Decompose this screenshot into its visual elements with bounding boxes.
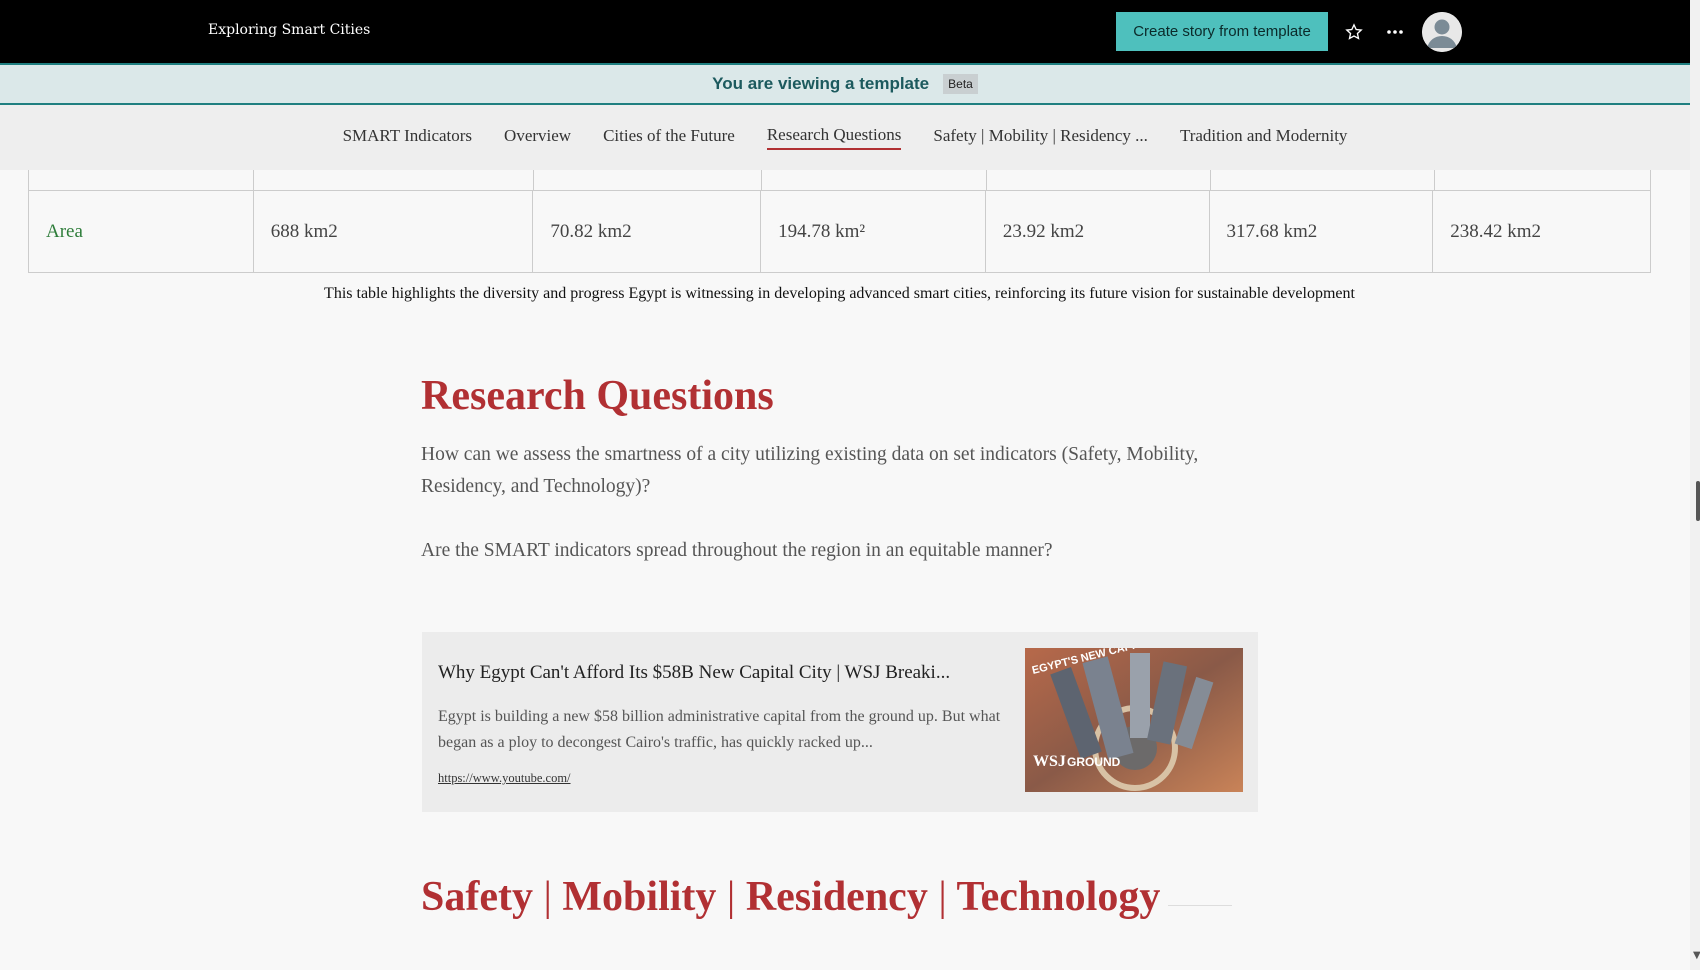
heading-separator: | — [543, 874, 552, 920]
research-questions-heading: Research Questions — [421, 373, 774, 419]
table-col-divider — [1211, 170, 1435, 190]
create-story-button[interactable]: Create story from template — [1116, 12, 1328, 51]
embed-link[interactable]: https://www.youtube.com/ — [438, 771, 571, 786]
heading-separator: | — [938, 874, 947, 920]
row-label-area: Area — [29, 191, 254, 273]
star-icon[interactable] — [1341, 19, 1367, 45]
beta-badge: Beta — [943, 74, 978, 94]
table-cell: 317.68 km2 — [1210, 191, 1434, 273]
heading-rule — [1168, 905, 1232, 906]
nav-smart-indicators[interactable]: SMART Indicators — [343, 126, 472, 149]
table-col-divider — [762, 170, 987, 190]
heading-technology: Technology — [956, 874, 1161, 920]
story-navigation: SMART Indicators Overview Cities of the … — [0, 105, 1690, 170]
heading-mobility: Mobility — [562, 874, 717, 920]
heading-residency: Residency — [745, 874, 928, 920]
embed-title[interactable]: Why Egypt Can't Afford Its $58B New Capi… — [438, 662, 1008, 684]
nav-research-questions[interactable]: Research Questions — [766, 125, 902, 150]
embed-description: Egypt is building a new $58 billion admi… — [438, 708, 1001, 751]
user-avatar-icon[interactable] — [1422, 12, 1462, 52]
table-caption: This table highlights the diversity and … — [324, 285, 1355, 302]
table-col-divider — [534, 170, 762, 190]
video-thumbnail[interactable]: EGYPT'S NEW CAPITAL WSJ GROUND — [1025, 648, 1243, 792]
nav-cities-of-the-future[interactable]: Cities of the Future — [603, 126, 735, 149]
table-col-divider — [29, 170, 254, 190]
table-row: Area 688 km2 70.82 km2 194.78 km² 23.92 … — [29, 190, 1650, 273]
table-cell: 688 km2 — [254, 191, 534, 273]
video-embed-card[interactable]: Why Egypt Can't Afford Its $58B New Capi… — [422, 632, 1258, 812]
heading-separator: | — [726, 874, 736, 920]
cities-table: Area 688 km2 70.82 km2 194.78 km² 23.92 … — [28, 170, 1651, 273]
table-cell: 70.82 km2 — [533, 191, 762, 273]
table-cell: 238.42 km2 — [1450, 221, 1542, 242]
top-bar: Exploring Smart Cities Create story from… — [0, 0, 1690, 63]
scroll-down-icon[interactable]: ▼ — [1693, 950, 1700, 961]
table-col-divider — [987, 170, 1211, 190]
nav-safety-mobility-residency[interactable]: Safety | Mobility | Residency ... — [933, 126, 1148, 149]
table-cell: 194.78 km² — [761, 191, 986, 273]
table-col-divider — [254, 170, 534, 190]
thumb-wsj-logo: WSJ — [1033, 753, 1066, 770]
research-question-2: Are the SMART indicators spread througho… — [421, 540, 1053, 561]
scrollbar-thumb[interactable] — [1696, 481, 1700, 521]
template-banner: You are viewing a template Beta — [0, 63, 1690, 105]
research-question-1: How can we assess the smartness of a cit… — [421, 444, 1199, 497]
safety-mobility-residency-technology-heading: Safety | Mobility | Residency | Technolo… — [421, 873, 1160, 921]
app-title[interactable]: Exploring Smart Cities — [208, 22, 370, 38]
nav-overview[interactable]: Overview — [504, 126, 571, 149]
more-icon[interactable] — [1382, 19, 1408, 45]
nav-tradition-and-modernity[interactable]: Tradition and Modernity — [1180, 126, 1347, 149]
heading-safety: Safety — [421, 874, 533, 920]
table-cell: 23.92 km2 — [986, 191, 1210, 273]
thumb-series-text: GROUND — [1067, 755, 1121, 769]
banner-text: You are viewing a template — [712, 74, 930, 93]
